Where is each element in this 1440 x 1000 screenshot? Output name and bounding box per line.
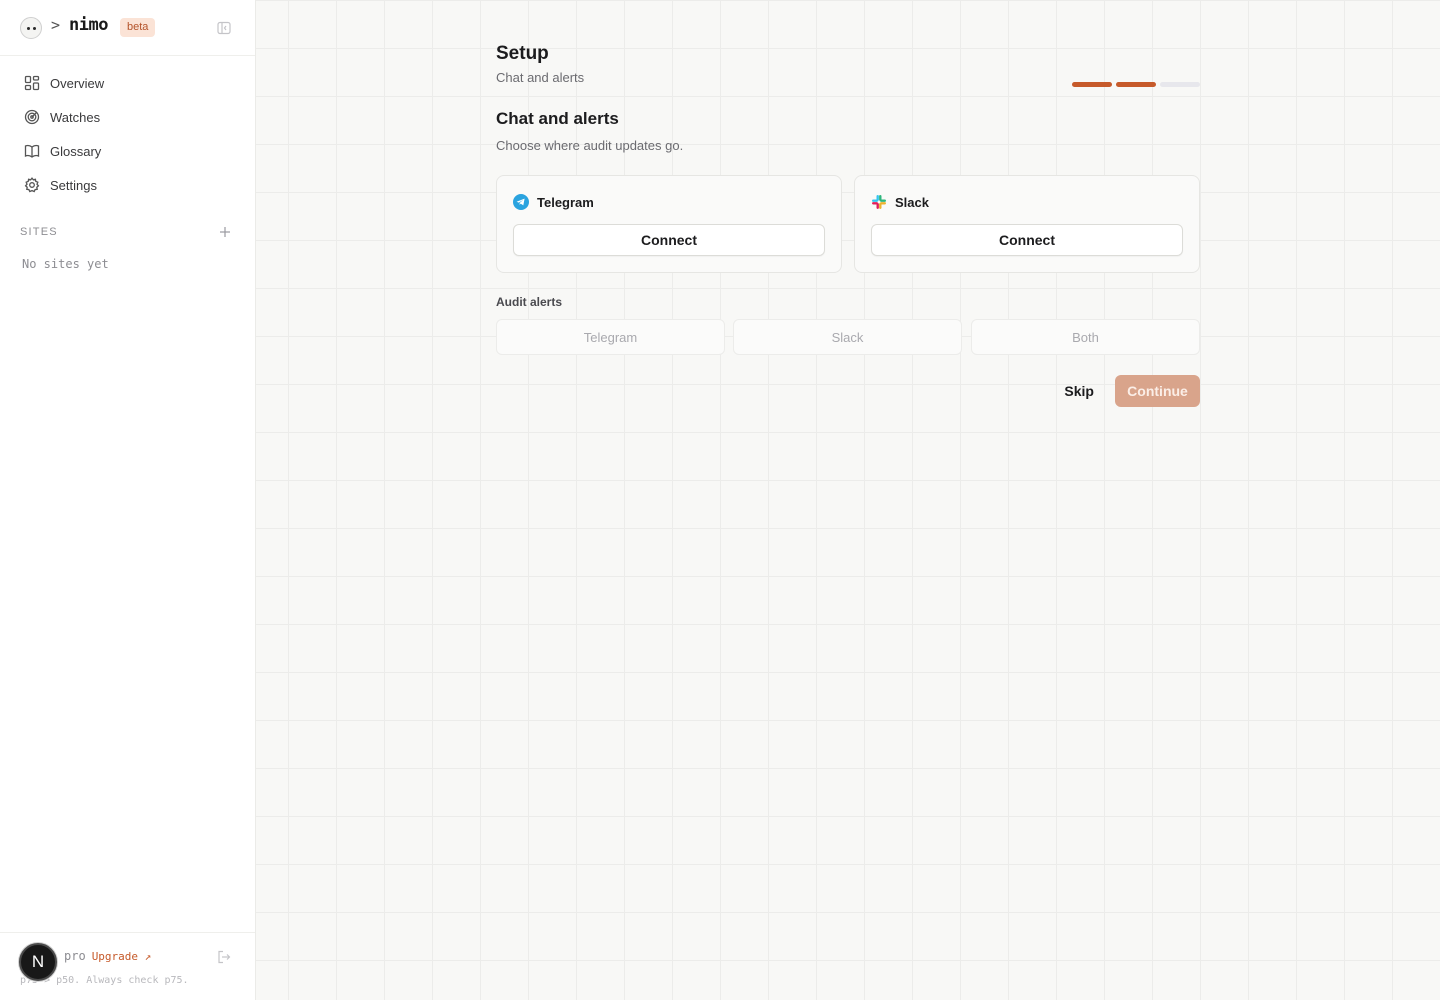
section-description: Choose where audit updates go. <box>496 138 684 153</box>
app-window: > nimo beta Overview Watches Glossary Se… <box>0 0 1440 1000</box>
telegram-icon <box>513 194 529 210</box>
progress-step <box>1160 82 1200 87</box>
alert-option-slack[interactable]: Slack <box>733 319 962 355</box>
slack-card: Slack Connect <box>854 175 1200 273</box>
sites-heading: SITES <box>20 226 58 238</box>
sidebar-item-settings[interactable]: Settings <box>0 168 255 202</box>
integration-name: Telegram <box>537 195 594 210</box>
plan-name: pro <box>64 949 86 963</box>
audit-alerts-options: Telegram Slack Both <box>496 319 1200 355</box>
radar-icon <box>24 109 40 125</box>
alert-option-telegram[interactable]: Telegram <box>496 319 725 355</box>
integration-name: Slack <box>895 195 929 210</box>
audit-alerts-label: Audit alerts <box>496 295 563 309</box>
progress-step <box>1116 82 1156 87</box>
beta-badge: beta <box>120 18 156 37</box>
plan-info: pro Upgrade ↗ <box>64 949 151 963</box>
setup-panel: Setup Chat and alerts Chat and alerts Ch… <box>496 0 1200 1000</box>
main-area: Setup Chat and alerts Chat and alerts Ch… <box>256 0 1440 1000</box>
telegram-card: Telegram Connect <box>496 175 842 273</box>
no-sites-message: No sites yet <box>22 257 109 271</box>
alert-option-both[interactable]: Both <box>971 319 1200 355</box>
brand-name: nimo <box>69 15 108 35</box>
sidebar-collapse-icon[interactable] <box>217 21 231 35</box>
avatar[interactable]: N <box>19 943 57 981</box>
upgrade-link[interactable]: Upgrade ↗ <box>92 950 152 963</box>
sidebar: > nimo beta Overview Watches Glossary Se… <box>0 0 256 1000</box>
skip-button[interactable]: Skip <box>1058 375 1100 407</box>
brand-header: > nimo beta <box>0 0 255 56</box>
setup-actions: Skip Continue <box>496 375 1200 407</box>
slack-icon <box>872 195 886 209</box>
overview-grid-icon <box>24 75 40 91</box>
progress-step <box>1072 82 1112 87</box>
logo-face-icon <box>20 17 42 39</box>
sidebar-item-glossary[interactable]: Glossary <box>0 134 255 168</box>
book-open-icon <box>24 144 40 158</box>
section-title: Chat and alerts <box>496 109 619 128</box>
connect-slack-button[interactable]: Connect <box>871 224 1183 256</box>
logout-icon[interactable] <box>217 950 231 964</box>
connect-telegram-button[interactable]: Connect <box>513 224 825 256</box>
page-title: Setup <box>496 43 549 64</box>
sidebar-item-label: Glossary <box>50 143 102 159</box>
brand-caret: > <box>51 16 61 34</box>
setup-progress <box>1072 82 1200 87</box>
sidebar-nav: Overview Watches Glossary Settings <box>0 66 255 202</box>
continue-button[interactable]: Continue <box>1115 375 1200 407</box>
sidebar-item-label: Watches <box>50 109 101 125</box>
page-subtitle: Chat and alerts <box>496 70 585 85</box>
integration-cards: Telegram Connect Slack Connect <box>496 175 1200 273</box>
sidebar-item-label: Overview <box>50 75 105 91</box>
sidebar-item-overview[interactable]: Overview <box>0 66 255 100</box>
sites-section-header: SITES <box>20 226 235 240</box>
sidebar-item-label: Settings <box>50 177 97 193</box>
add-site-icon[interactable] <box>219 226 231 238</box>
gear-icon <box>24 177 40 193</box>
sidebar-item-watches[interactable]: Watches <box>0 100 255 134</box>
